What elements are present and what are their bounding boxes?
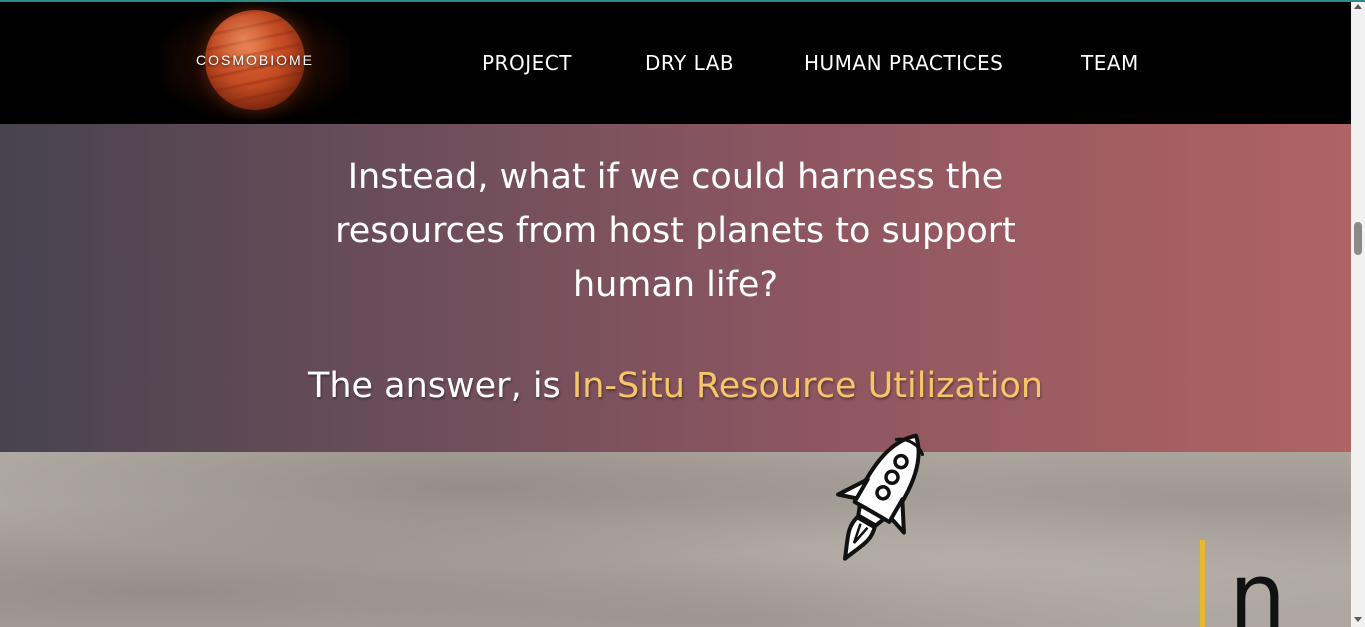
hero-question: Instead, what if we could harness the re… <box>0 150 1351 312</box>
hero-question-line: Instead, what if we could harness the <box>347 157 1004 197</box>
hero-section: Instead, what if we could harness the re… <box>0 124 1351 452</box>
rocket-icon <box>836 433 925 561</box>
hero-question-line: human life? <box>572 265 779 305</box>
answer-prefix: The answer, is <box>307 366 572 406</box>
hero-answer: The answer, is In-Situ Resource Utilizat… <box>0 366 1351 406</box>
nav-item-human-practices[interactable]: HUMAN PRACTICES <box>804 51 1003 75</box>
logo-text: COSMOBIOME <box>195 52 314 68</box>
typed-heading-fragment: n <box>1229 544 1287 627</box>
answer-highlight: In-Situ Resource Utilization <box>571 366 1044 406</box>
page-scrollbar[interactable] <box>1351 2 1365 627</box>
nav-item-dry-lab[interactable]: DRY LAB <box>645 51 734 75</box>
hero-question-line: resources from host planets to support <box>335 211 1016 251</box>
site-logo[interactable]: COSMOBIOME <box>160 8 350 118</box>
scroll-down-arrow-icon[interactable] <box>1354 617 1362 622</box>
scroll-up-arrow-icon[interactable] <box>1354 4 1362 9</box>
nav-item-project[interactable]: PROJECT <box>482 51 572 75</box>
site-navbar: COSMOBIOME PROJECT DRY LAB HUMAN PRACTIC… <box>0 2 1351 124</box>
mars-surface-section <box>0 452 1351 627</box>
nav-item-team[interactable]: TEAM <box>1081 51 1139 75</box>
scrollbar-thumb[interactable] <box>1354 222 1362 255</box>
typing-cursor <box>1200 540 1205 627</box>
